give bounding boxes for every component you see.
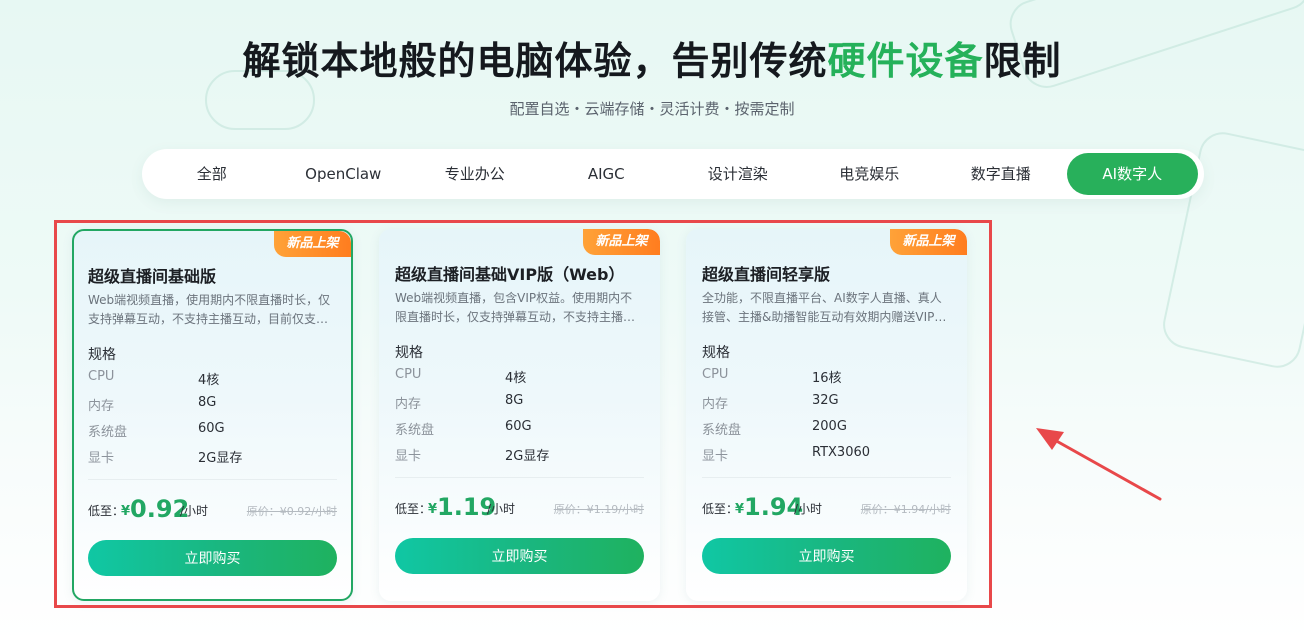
tab-office[interactable]: 专业办公 (409, 153, 541, 195)
title-main: 解锁本地般的电脑体验，告别传统 (242, 39, 828, 83)
annotation-highlight-box (54, 220, 992, 608)
tab-design-render[interactable]: 设计渲染 (672, 153, 804, 195)
tab-digital-live[interactable]: 数字直播 (935, 153, 1067, 195)
tab-esports[interactable]: 电竞娱乐 (804, 153, 936, 195)
tab-aigc[interactable]: AIGC (541, 153, 673, 195)
title-highlight: 硬件设备 (827, 39, 984, 83)
category-tabs: 全部 OpenClaw 专业办公 AIGC 设计渲染 电竞娱乐 数字直播 AI数… (142, 149, 1204, 199)
tab-ai-digital-human[interactable]: AI数字人 (1066, 153, 1198, 195)
page-title: 解锁本地般的电脑体验，告别传统硬件设备限制 (0, 30, 1304, 85)
arrow-pointer-icon (1036, 428, 1162, 501)
tab-openclaw[interactable]: OpenClaw (278, 153, 410, 195)
page-subtitle: 配置自选・云端存储・灵活计费・按需定制 (509, 100, 795, 118)
title-tail: 限制 (983, 39, 1062, 83)
tab-all[interactable]: 全部 (146, 153, 278, 195)
